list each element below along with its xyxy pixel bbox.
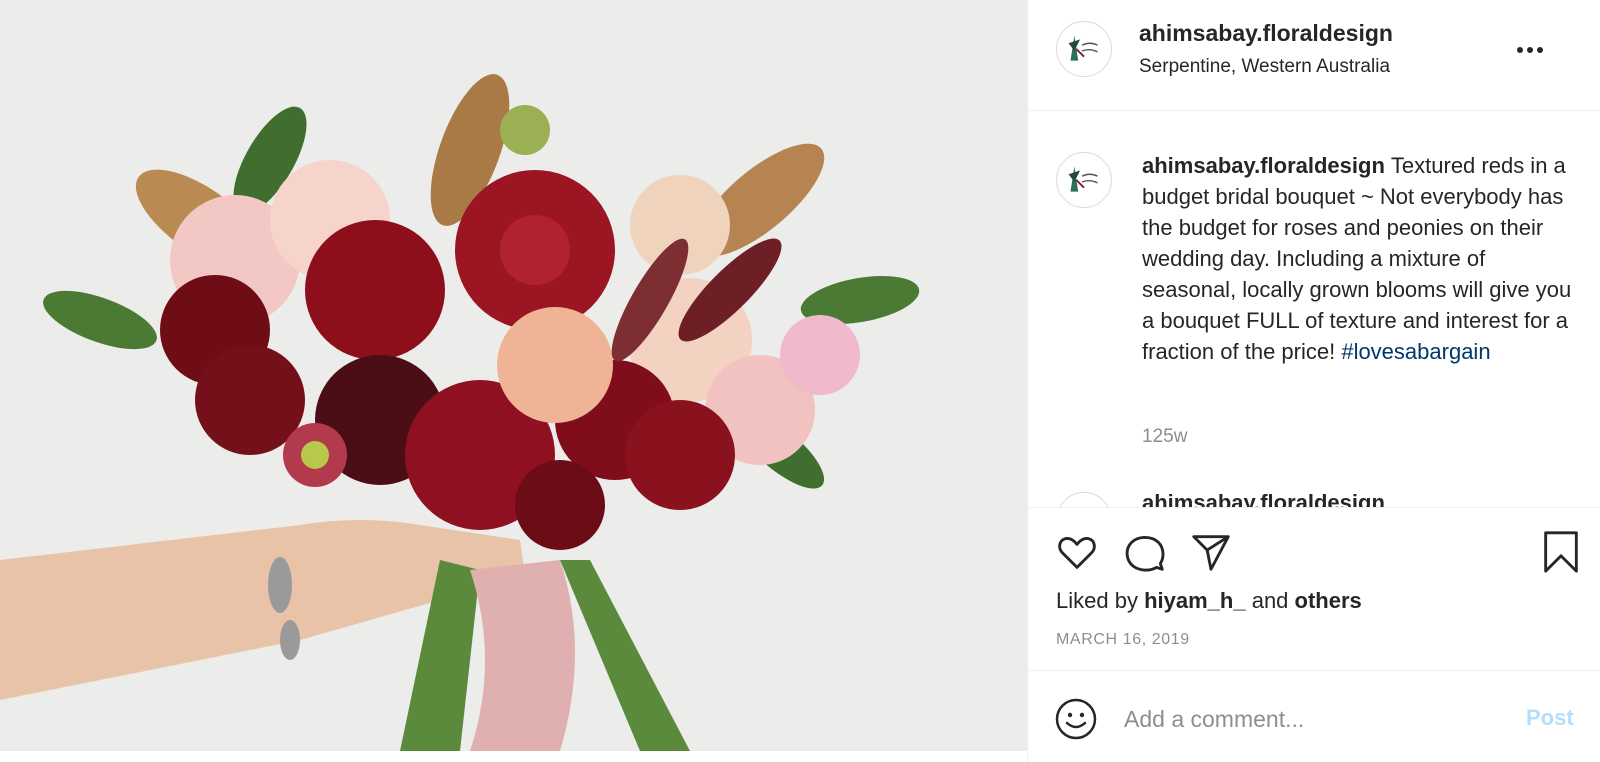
likes-joiner: and [1251,588,1289,613]
likes-prefix: Liked by [1056,588,1138,613]
more-options-icon[interactable] [1510,36,1550,64]
post-header: ahimsabay.floraldesign Serpentine, Weste… [1028,0,1600,111]
heart-icon[interactable] [1054,529,1100,575]
bookmark-icon[interactable] [1538,529,1584,575]
avatar[interactable] [1056,21,1112,77]
liked-by-others-link[interactable]: others [1295,588,1362,613]
comment-username[interactable]: ahimsabay.floraldesign [1142,490,1385,507]
caption-time-ago[interactable]: 125w [1142,426,1187,448]
bouquet-image [0,0,1027,751]
post-comment-button[interactable]: Post [1526,705,1574,731]
avatar[interactable] [1056,492,1112,507]
comment-input[interactable] [1124,697,1494,741]
avatar[interactable] [1056,152,1112,208]
caption-text: Textured reds in a budget bridal bouquet… [1142,153,1572,364]
comment-icon[interactable] [1122,529,1168,575]
post-photo[interactable] [0,0,1027,751]
post-detail-panel: ahimsabay.floraldesign Serpentine, Weste… [1027,0,1600,762]
caption-username[interactable]: ahimsabay.floraldesign [1142,153,1385,178]
post-date[interactable]: MARCH 16, 2019 [1056,631,1190,649]
brand-logo-icon [1057,153,1111,207]
add-comment-bar: Post [1028,672,1600,762]
brand-logo-icon [1057,22,1111,76]
caption-hashtag[interactable]: #lovesabargain [1341,339,1490,364]
emoji-icon[interactable] [1054,697,1098,741]
post-caption: ahimsabay.floraldesign Textured reds in a… [1142,150,1582,367]
liked-by-username[interactable]: hiyam_h_ [1144,588,1246,613]
share-icon[interactable] [1188,529,1234,575]
comments-list[interactable]: ahimsabay.floraldesign Textured reds in a… [1028,112,1600,507]
likes-summary: Liked by hiyam_h_ and others [1056,588,1362,614]
post-actions: Liked by hiyam_h_ and others MARCH 16, 2… [1028,507,1600,671]
post-author-username[interactable]: ahimsabay.floraldesign [1139,20,1393,47]
post-location[interactable]: Serpentine, Western Australia [1139,56,1390,78]
